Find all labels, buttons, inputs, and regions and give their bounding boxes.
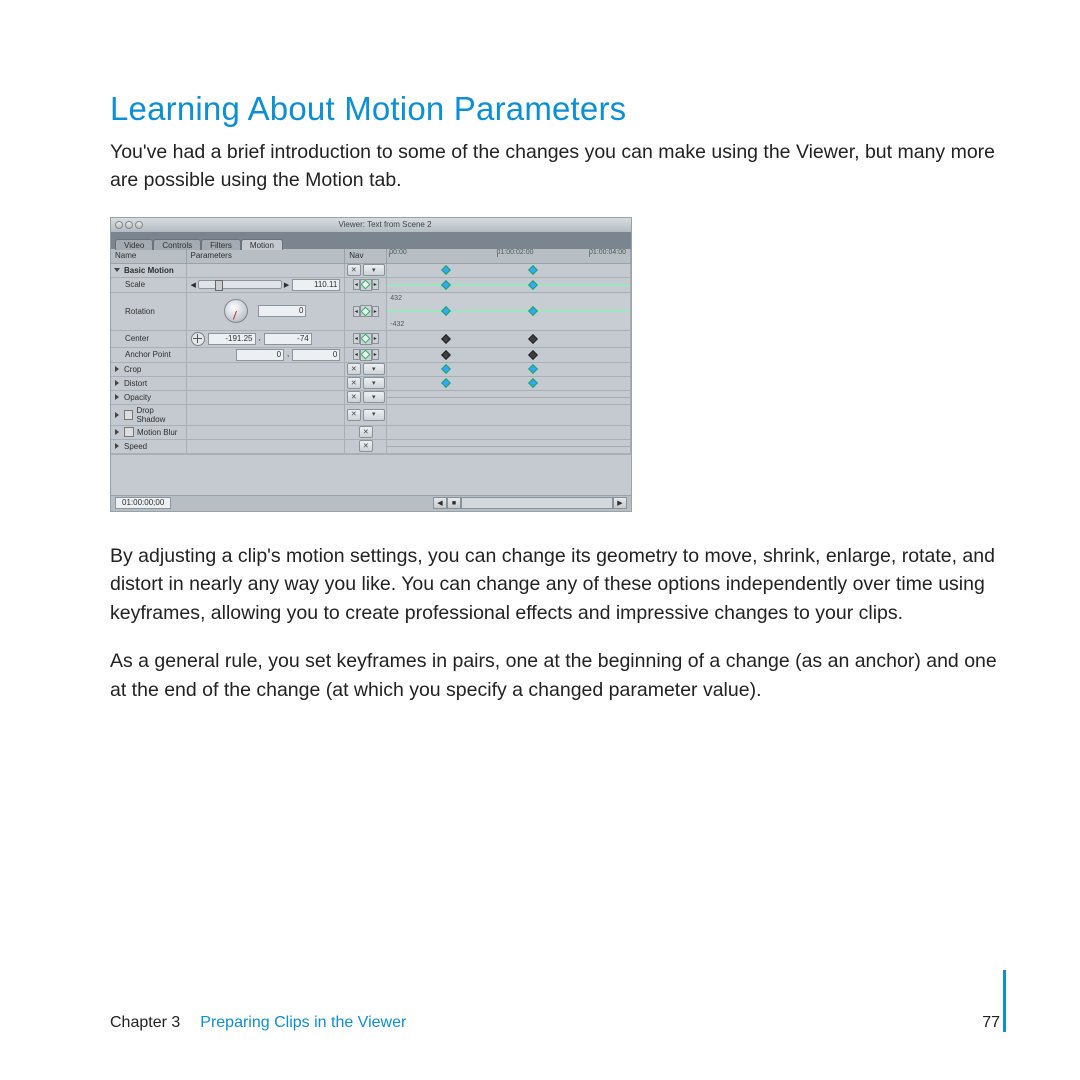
disclosure-triangle-icon[interactable] (115, 412, 119, 418)
row-speed: Speed (124, 442, 147, 451)
timeline-scrollbar[interactable]: ◀■▶ (433, 497, 627, 509)
rotation-axis-min: -432 (390, 321, 404, 328)
row-crop: Crop (124, 365, 141, 374)
reset-button[interactable]: ✕ (347, 377, 361, 389)
row-opacity: Opacity (124, 393, 151, 402)
disclosure-triangle-icon[interactable] (114, 268, 120, 272)
footer-chapter: Chapter 3 (110, 1014, 180, 1032)
current-timecode[interactable]: 01:00:00;00 (115, 497, 171, 509)
row-center: Center (111, 333, 186, 344)
ruler-tick: 01:00:02:00 (497, 249, 534, 256)
center-y[interactable]: -74 (264, 333, 312, 345)
keyframe-nav[interactable]: ◂▸ (353, 279, 379, 291)
reset-button[interactable]: ✕ (347, 264, 361, 276)
scale-value[interactable]: 110.11 (292, 279, 340, 291)
crosshair-icon[interactable] (191, 332, 205, 346)
motion-parameters-table: Name Parameters Nav 00:00 01:00:02:00 01… (111, 249, 631, 454)
window-titlebar: Viewer: Text from Scene 2 (111, 218, 631, 232)
section-heading: Learning About Motion Parameters (110, 90, 1000, 128)
tab-filters[interactable]: Filters (201, 239, 241, 250)
center-x[interactable]: -191.25 (208, 333, 256, 345)
reset-button[interactable]: ✕ (347, 391, 361, 403)
reset-button[interactable]: ✕ (347, 409, 361, 421)
keyframe-nav[interactable]: ◂▸ (353, 305, 379, 317)
timeline-ruler[interactable]: 00:00 01:00:02:00 01:00:04:00 (387, 249, 630, 263)
viewer-tabs: Video Controls Filters Motion (111, 232, 631, 249)
row-motion-blur: Motion Blur (137, 428, 177, 437)
paragraph-2: By adjusting a clip's motion settings, y… (110, 542, 1000, 627)
motion-tab-screenshot: Viewer: Text from Scene 2 Video Controls… (110, 217, 632, 512)
row-scale: Scale (111, 279, 186, 290)
window-title: Viewer: Text from Scene 2 (143, 220, 627, 229)
disclosure-triangle-icon[interactable] (115, 366, 119, 372)
paragraph-3: As a general rule, you set keyframes in … (110, 647, 1000, 704)
disclosure-triangle-icon[interactable] (115, 394, 119, 400)
row-drop-shadow: Drop Shadow (136, 406, 181, 424)
tab-video[interactable]: Video (115, 239, 153, 250)
keyframe-menu-button[interactable]: ▾ (363, 264, 385, 276)
footer-page-number: 77 (982, 1014, 1000, 1032)
tab-controls[interactable]: Controls (153, 239, 201, 250)
keyframe-menu-button[interactable]: ▾ (363, 391, 385, 403)
row-anchor-point: Anchor Point (111, 349, 186, 360)
col-name: Name (111, 249, 186, 264)
disclosure-triangle-icon[interactable] (115, 380, 119, 386)
drop-shadow-checkbox[interactable] (124, 410, 133, 420)
ruler-tick: 00:00 (389, 249, 407, 256)
minimize-icon[interactable] (125, 221, 133, 229)
keyframe-menu-button[interactable]: ▾ (363, 377, 385, 389)
footer-chapter-title: Preparing Clips in the Viewer (200, 1014, 406, 1032)
ruler-tick: 01:00:04:00 (589, 249, 626, 256)
disclosure-triangle-icon[interactable] (115, 443, 119, 449)
row-basic-motion: Basic Motion (124, 266, 174, 275)
col-parameters: Parameters (186, 249, 345, 264)
rotation-axis-max: 432 (390, 295, 402, 302)
intro-paragraph: You've had a brief introduction to some … (110, 138, 1000, 195)
anchor-x[interactable]: 0 (236, 349, 284, 361)
close-icon[interactable] (115, 221, 123, 229)
keyframe-nav[interactable]: ◂▸ (353, 349, 379, 361)
rotation-dial[interactable] (224, 299, 248, 323)
row-rotation: Rotation (111, 293, 186, 330)
rotation-value[interactable]: 0 (258, 305, 306, 317)
reset-button[interactable]: ✕ (359, 426, 373, 438)
anchor-y[interactable]: 0 (292, 349, 340, 361)
tab-motion[interactable]: Motion (241, 239, 283, 250)
zoom-icon[interactable] (135, 221, 143, 229)
keyframe-menu-button[interactable]: ▾ (363, 363, 385, 375)
disclosure-triangle-icon[interactable] (115, 429, 119, 435)
reset-button[interactable]: ✕ (347, 363, 361, 375)
row-distort: Distort (124, 379, 147, 388)
page-edge-tab (1003, 970, 1006, 1032)
keyframe-menu-button[interactable]: ▾ (363, 409, 385, 421)
reset-button[interactable]: ✕ (359, 440, 373, 452)
scale-slider[interactable]: ◀▶ (191, 280, 290, 289)
keyframe-nav[interactable]: ◂▸ (353, 333, 379, 345)
motion-blur-checkbox[interactable] (124, 427, 134, 437)
col-nav: Nav (345, 249, 387, 264)
